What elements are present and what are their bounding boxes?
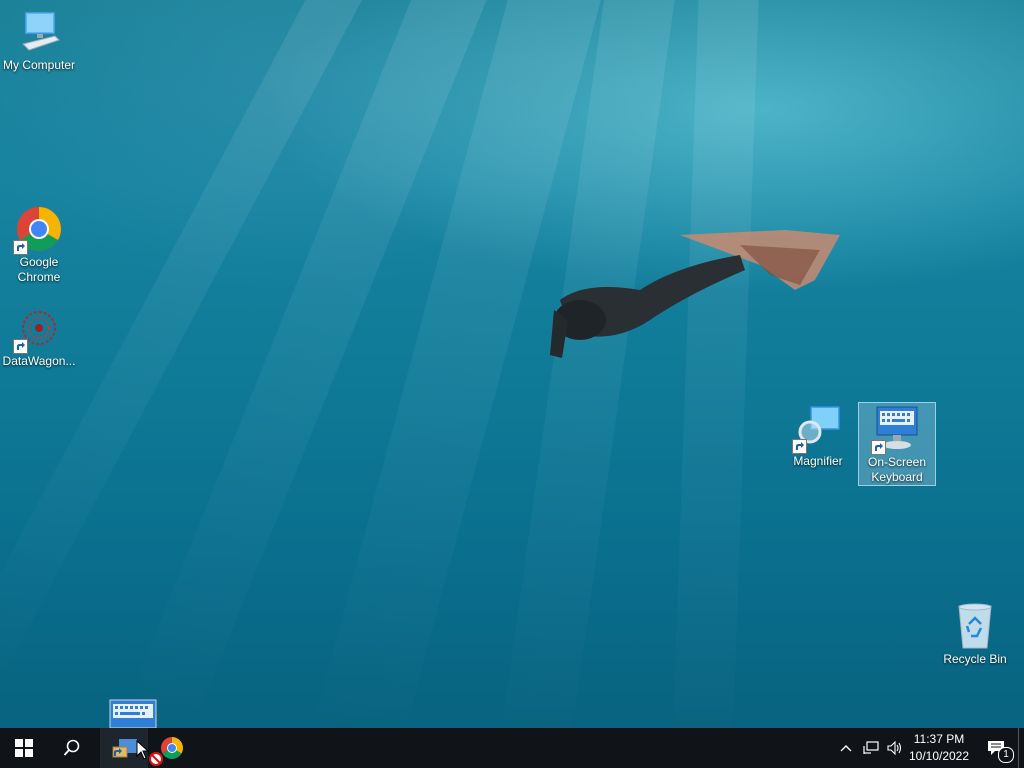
icon-label: DataWagon...: [2, 354, 76, 368]
chrome-icon: [161, 737, 183, 759]
on-screen-keyboard-icon: [112, 739, 137, 758]
icon-label: On-Screen Keyboard: [867, 455, 927, 484]
shortcut-arrow-icon: [13, 339, 28, 354]
recycle-bin-icon[interactable]: Recycle Bin: [937, 602, 1013, 667]
mouse-cursor-icon: [136, 740, 150, 760]
speaker-icon: [887, 741, 902, 755]
computer-icon: [15, 8, 63, 56]
chevron-up-icon: [840, 745, 852, 752]
no-drop-icon: [149, 752, 163, 766]
clock-time: 11:37 PM: [913, 732, 965, 746]
my-computer-icon[interactable]: My Computer: [1, 8, 77, 73]
network-tray-button[interactable]: [860, 728, 882, 768]
search-button[interactable]: [48, 728, 96, 768]
notification-center-button[interactable]: 1: [978, 728, 1014, 768]
shortcut-arrow-icon: [13, 240, 28, 255]
magnifier-icon: [792, 404, 842, 454]
datawagon-shortcut[interactable]: DataWagon...: [1, 304, 77, 369]
trash-bin-icon: [951, 602, 999, 650]
chrome-icon: [13, 205, 63, 255]
taskbar: 11:37 PM 10/10/2022 1: [0, 728, 1024, 768]
show-hidden-icons-button[interactable]: [836, 728, 856, 768]
icon-label: Google Chrome: [17, 255, 61, 284]
datawagon-icon: [13, 304, 63, 354]
network-icon: [863, 741, 879, 754]
show-desktop-button[interactable]: [1018, 728, 1024, 768]
shortcut-arrow-icon: [871, 440, 886, 455]
icon-label: My Computer: [2, 58, 76, 72]
keyboard-icon: [871, 405, 921, 455]
dragged-keyboard-icon: [109, 699, 157, 728]
clock-date: 10/10/2022: [908, 749, 970, 763]
diver-image: [550, 230, 840, 358]
google-chrome-shortcut[interactable]: Google Chrome: [1, 205, 77, 285]
desktop-wallpaper: My Computer Google Chrome DataWagon... M…: [0, 0, 1024, 728]
icon-label: Magnifier: [793, 454, 843, 468]
search-icon: [63, 739, 80, 756]
icon-label: Recycle Bin: [943, 652, 1007, 666]
on-screen-keyboard-shortcut[interactable]: On-Screen Keyboard: [858, 402, 936, 486]
volume-tray-button[interactable]: [884, 728, 906, 768]
magnifier-shortcut[interactable]: Magnifier: [780, 404, 856, 469]
windows-logo-icon: [15, 739, 33, 757]
shortcut-arrow-icon: [792, 439, 807, 454]
clock[interactable]: 11:37 PM 10/10/2022: [906, 728, 972, 768]
notification-count-badge: 1: [998, 747, 1014, 763]
start-button[interactable]: [0, 728, 48, 768]
